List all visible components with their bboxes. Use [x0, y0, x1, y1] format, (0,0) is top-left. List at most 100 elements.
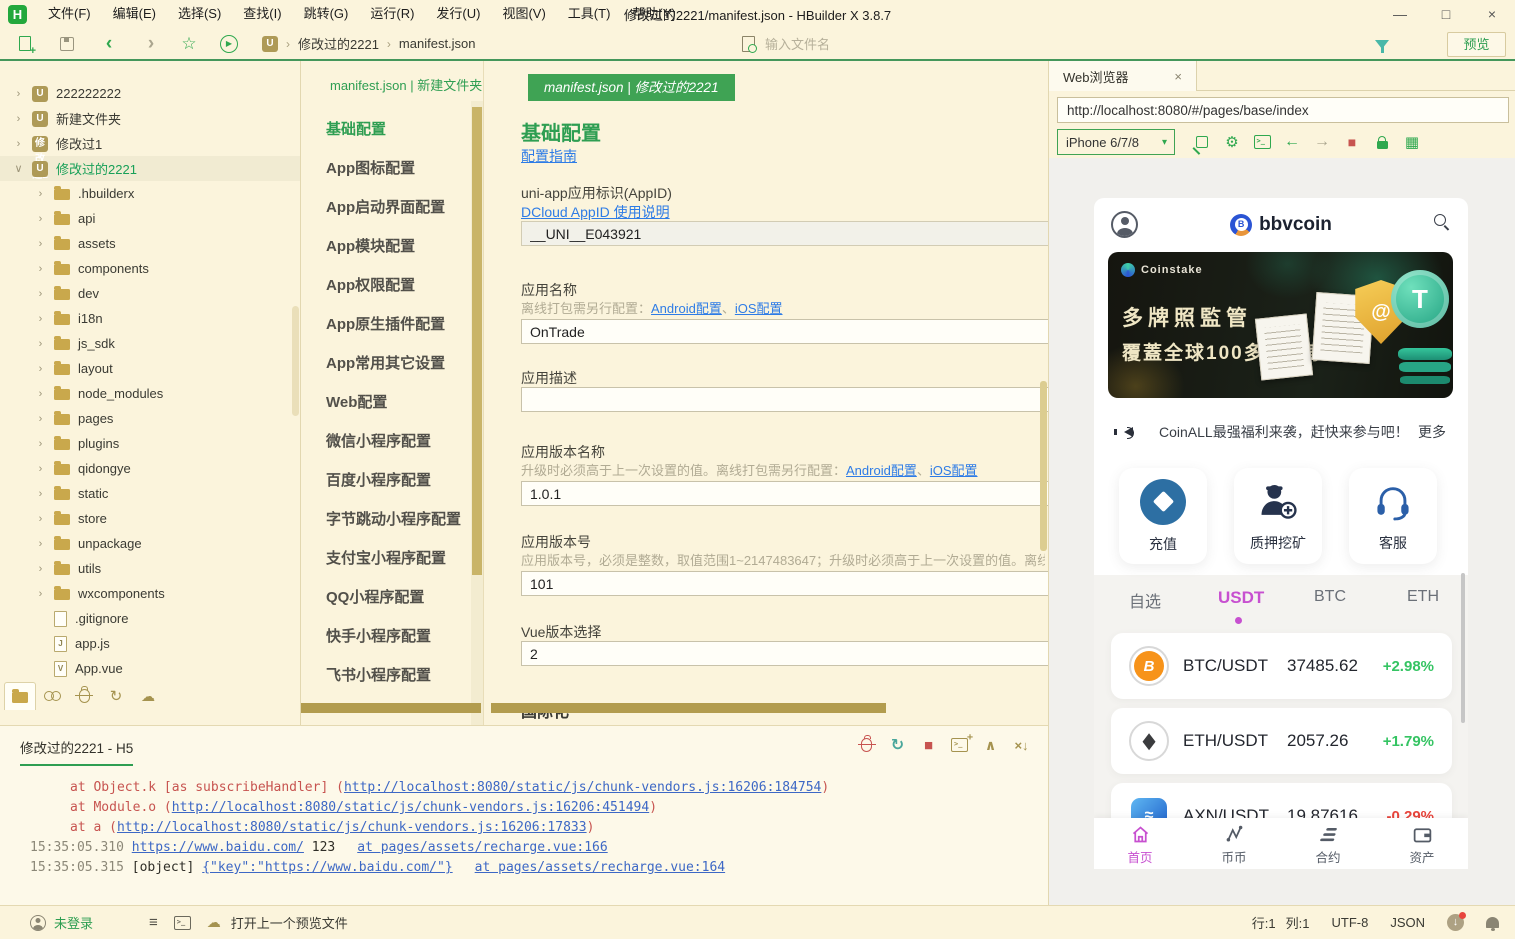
staking-button[interactable]: 质押挖矿 — [1234, 468, 1322, 564]
chevron-right-icon[interactable]: › — [12, 113, 25, 125]
nav-item-native-plugins[interactable]: App原生插件配置 — [301, 304, 471, 343]
qrcode-button[interactable]: ▦ — [1397, 129, 1427, 155]
nav-item-app-misc[interactable]: App常用其它设置 — [301, 343, 471, 382]
menu-view[interactable]: 视图(V) — [491, 0, 556, 28]
version-code-input[interactable] — [521, 571, 1048, 596]
chevron-right-icon[interactable]: › — [34, 363, 47, 375]
tree-project[interactable]: › U 新建文件夹 — [0, 106, 300, 131]
tree-folder[interactable]: › static — [0, 481, 300, 506]
open-previous-preview[interactable]: 打开上一个预览文件 — [231, 913, 348, 932]
notice-more-link[interactable]: 更多 — [1418, 422, 1446, 442]
nav-item-app-icon[interactable]: App图标配置 — [301, 148, 471, 187]
nav-item-permissions[interactable]: App权限配置 — [301, 265, 471, 304]
menu-edit[interactable]: 编辑(E) — [102, 0, 167, 28]
tree-folder[interactable]: › assets — [0, 231, 300, 256]
tree-folder[interactable]: › node_modules — [0, 381, 300, 406]
cursor-line[interactable]: 行:1 — [1252, 913, 1276, 932]
close-icon[interactable]: × — [1174, 69, 1182, 84]
support-button[interactable]: 客服 — [1349, 468, 1437, 564]
vue-version-select[interactable] — [521, 641, 1048, 666]
nav-item-alipay[interactable]: 支付宝小程序配置 — [301, 538, 471, 577]
editor-scroll-thumb[interactable] — [1040, 381, 1047, 551]
log-link[interactable]: {"key":"https://www.baidu.com/"} — [202, 860, 452, 875]
console-tab[interactable]: 修改过的2221 - H5 — [20, 737, 134, 766]
version-name-input[interactable] — [521, 481, 1048, 506]
chevron-right-icon[interactable]: › — [34, 513, 47, 525]
editor-tab[interactable]: manifest.json | 修改过的2221 — [528, 74, 735, 101]
cloud-icon[interactable]: ☁ — [207, 914, 221, 931]
appid-input[interactable] — [521, 221, 1048, 246]
run-button[interactable]: ▶ — [212, 28, 246, 59]
chevron-right-icon[interactable]: › — [34, 413, 47, 425]
login-status[interactable]: 未登录 — [54, 913, 93, 932]
nav-item-qq[interactable]: QQ小程序配置 — [301, 577, 471, 616]
chevron-right-icon[interactable]: › — [34, 388, 47, 400]
menu-publish[interactable]: 发行(U) — [425, 0, 491, 28]
nav-item-splash[interactable]: App启动界面配置 — [301, 187, 471, 226]
stack-link[interactable]: http://localhost:8080/static/js/chunk-ve… — [172, 800, 649, 815]
ios-config-link[interactable]: iOS配置 — [930, 463, 978, 478]
app-name-input[interactable] — [521, 319, 1048, 344]
config-guide-link[interactable]: 配置指南 — [521, 148, 577, 164]
tab-eth[interactable]: ETH — [1407, 588, 1439, 606]
page-forward-button[interactable]: → — [1307, 129, 1337, 155]
sync-tab[interactable]: ↻ — [100, 682, 132, 710]
page-back-button[interactable]: ← — [1277, 129, 1307, 155]
tree-file[interactable]: .gitignore — [0, 606, 300, 631]
open-external-button[interactable] — [1187, 129, 1217, 155]
filter-button[interactable] — [1365, 29, 1399, 60]
nav-forward-button[interactable]: › — [134, 28, 168, 59]
tree-folder[interactable]: › .hbuilderx — [0, 181, 300, 206]
source-link[interactable]: at pages/assets/recharge.vue:164 — [475, 860, 725, 875]
tree-folder[interactable]: › layout — [0, 356, 300, 381]
android-config-link[interactable]: Android配置 — [846, 463, 917, 478]
maximize-button[interactable]: □ — [1423, 0, 1469, 28]
app-desc-input[interactable] — [521, 387, 1048, 412]
menu-find[interactable]: 查找(I) — [232, 0, 292, 28]
nav-item-bytedance[interactable]: 字节跳动小程序配置 — [301, 499, 471, 538]
nav-item-baidu[interactable]: 百度小程序配置 — [301, 460, 471, 499]
url-input[interactable] — [1057, 97, 1509, 123]
promo-banner[interactable]: Coinstake 多牌照監管 覆蓋全球100多個國家 @ T — [1108, 252, 1453, 398]
breadcrumb-project[interactable]: 修改过的2221 — [298, 34, 379, 53]
chevron-right-icon[interactable]: › — [12, 138, 25, 150]
file-search-input[interactable] — [765, 36, 1325, 52]
nav-scroll-thumb[interactable] — [472, 107, 482, 575]
breadcrumb-file[interactable]: manifest.json — [399, 36, 476, 51]
save-button[interactable] — [50, 28, 84, 59]
source-link[interactable]: at pages/assets/recharge.vue:166 — [357, 840, 607, 855]
chevron-right-icon[interactable]: › — [12, 88, 25, 100]
device-selector[interactable]: iPhone 6/7/8 ▾ — [1057, 129, 1175, 155]
clear-console-button[interactable]: ×↓ — [1013, 736, 1030, 754]
tree-folder[interactable]: › store — [0, 506, 300, 531]
nav-back-button[interactable]: ‹ — [92, 28, 126, 59]
nav-spot[interactable]: 币币 — [1204, 824, 1264, 866]
debug-tab[interactable] — [68, 682, 100, 710]
update-download-icon[interactable]: ↓ — [1447, 912, 1466, 931]
nav-assets[interactable]: 资产 — [1392, 824, 1452, 866]
new-file-button[interactable]: + — [8, 28, 42, 59]
filetype-indicator[interactable]: JSON — [1390, 915, 1425, 930]
chevron-right-icon[interactable]: › — [34, 213, 47, 225]
explorer-tab[interactable] — [4, 682, 36, 710]
tree-project[interactable]: › 修改过1 修改过1 — [0, 131, 300, 181]
notice-bar[interactable]: CoinALL最强福利来袭，赶快来参与吧！ 更多 — [1094, 410, 1468, 454]
log-link[interactable]: https://www.baidu.com/ — [132, 840, 304, 855]
page-scrollbar[interactable] — [1461, 573, 1465, 723]
nav-item-feishu[interactable]: 飞书小程序配置 — [301, 655, 471, 694]
recharge-button[interactable]: 充值 — [1119, 468, 1207, 564]
close-button[interactable]: × — [1469, 0, 1515, 28]
dcloud-appid-link[interactable]: DCloud AppID 使用说明 — [521, 204, 670, 220]
menu-tools[interactable]: 工具(T) — [557, 0, 622, 28]
nav-item-modules[interactable]: App模块配置 — [301, 226, 471, 265]
chevron-right-icon[interactable]: › — [34, 338, 47, 350]
lock-button[interactable] — [1367, 129, 1397, 155]
network-tab[interactable]: ☁ — [132, 682, 164, 710]
terminal-icon[interactable]: >_ — [173, 915, 191, 930]
tree-folder[interactable]: › api — [0, 206, 300, 231]
pair-row-eth[interactable]: ◆ ETH/USDT 2057.26 +1.79% — [1111, 708, 1452, 774]
stop-button[interactable]: ■ — [920, 736, 937, 754]
tree-folder[interactable]: › unpackage — [0, 531, 300, 556]
stack-link[interactable]: http://localhost:8080/static/js/chunk-ve… — [344, 780, 821, 795]
tree-folder[interactable]: › wxcomponents — [0, 581, 300, 606]
